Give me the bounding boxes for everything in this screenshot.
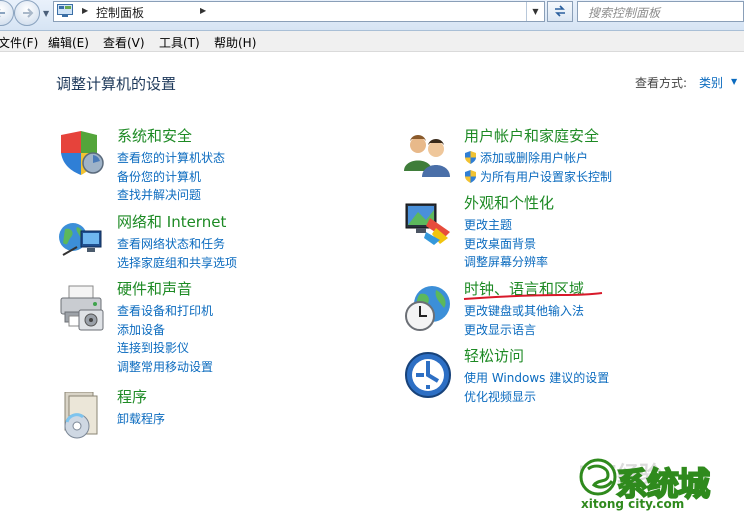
refresh-icon xyxy=(555,5,565,17)
forward-button[interactable] xyxy=(14,0,40,26)
link-desktop-background[interactable]: 更改桌面背景 xyxy=(464,235,548,254)
category-title[interactable]: 外观和个性化 xyxy=(464,192,554,213)
menu-tools[interactable]: 工具(T) xyxy=(159,34,200,51)
menu-edit[interactable]: 编辑(E) xyxy=(48,34,89,51)
breadcrumb-control-panel[interactable]: 控制面板 xyxy=(96,4,144,21)
link-connect-projector[interactable]: 连接到投影仪 xyxy=(117,339,213,358)
view-by-select[interactable]: 类别 xyxy=(699,74,723,91)
printer-icon[interactable] xyxy=(57,284,105,332)
back-arrow-icon xyxy=(0,9,5,17)
link-screen-resolution[interactable]: 调整屏幕分辨率 xyxy=(464,253,548,272)
uac-shield-icon xyxy=(465,151,476,164)
menu-bar: 文件(F) 编辑(E) 查看(V) 工具(T) 帮助(H) xyxy=(0,31,744,52)
link-parental-controls[interactable]: 为所有用户设置家长控制 xyxy=(464,168,612,187)
page-title: 调整计算机的设置 xyxy=(56,75,177,93)
address-bar: ▼ ▶ 控制面板 ▶ ▼ 搜索控制面板 xyxy=(0,0,744,31)
search-placeholder: 搜索控制面板 xyxy=(588,6,661,20)
breadcrumb-separator-icon[interactable]: ▶ xyxy=(200,6,206,15)
link-recommended-settings[interactable]: 使用 Windows 建议的设置 xyxy=(464,369,609,388)
link-change-keyboard-input[interactable]: 更改键盘或其他输入法 xyxy=(464,302,584,321)
users-icon[interactable] xyxy=(404,131,452,179)
link-mobility-settings[interactable]: 调整常用移动设置 xyxy=(117,358,213,377)
appearance-monitor-icon[interactable] xyxy=(404,198,452,246)
link-homegroup-sharing[interactable]: 选择家庭组和共享选项 xyxy=(117,254,237,273)
link-change-theme[interactable]: 更改主题 xyxy=(464,216,548,235)
address-dropdown-icon[interactable]: ▼ xyxy=(526,2,544,21)
uac-shield-icon xyxy=(465,169,476,183)
view-by-dropdown-icon[interactable]: ▼ xyxy=(731,77,737,86)
link-troubleshoot[interactable]: 查找并解决问题 xyxy=(117,186,225,205)
link-add-device[interactable]: 添加设备 xyxy=(117,321,213,340)
menu-view[interactable]: 查看(V) xyxy=(103,34,145,51)
breadcrumb-separator-icon[interactable]: ▶ xyxy=(82,6,88,15)
clock-globe-icon[interactable] xyxy=(404,284,452,332)
category-title[interactable]: 程序 xyxy=(117,386,147,407)
category-title[interactable]: 用户帐户和家庭安全 xyxy=(464,125,599,146)
recent-pages-dropdown-icon[interactable]: ▼ xyxy=(43,9,49,18)
category-title[interactable]: 硬件和声音 xyxy=(117,278,192,299)
logo-url: xitong city.com xyxy=(581,497,685,511)
back-button[interactable] xyxy=(0,0,14,26)
programs-disk-icon[interactable] xyxy=(57,392,105,440)
system-security-shield-icon[interactable] xyxy=(57,131,105,179)
network-globe-icon[interactable] xyxy=(57,217,105,265)
link-network-status[interactable]: 查看网络状态和任务 xyxy=(117,235,237,254)
link-optimize-visual-display[interactable]: 优化视频显示 xyxy=(464,388,609,407)
category-title[interactable]: 系统和安全 xyxy=(117,125,192,146)
link-devices-printers[interactable]: 查看设备和打印机 xyxy=(117,302,213,321)
site-logo: 系统城 xitong city.com xyxy=(578,455,744,517)
search-input[interactable]: 搜索控制面板 xyxy=(577,1,744,22)
red-underline-annotation xyxy=(463,292,603,300)
category-title[interactable]: 网络和 Internet xyxy=(117,211,226,232)
forward-arrow-icon xyxy=(23,8,34,18)
ease-of-access-icon[interactable] xyxy=(404,351,452,399)
link-add-remove-accounts[interactable]: 添加或删除用户帐户 xyxy=(464,149,612,168)
view-by-label: 查看方式: xyxy=(635,76,688,90)
logo-swirl-icon xyxy=(579,458,617,496)
link-uninstall-program[interactable]: 卸载程序 xyxy=(117,410,165,429)
link-view-computer-status[interactable]: 查看您的计算机状态 xyxy=(117,149,225,168)
link-backup-computer[interactable]: 备份您的计算机 xyxy=(117,168,225,187)
control-panel-icon xyxy=(57,4,73,17)
category-title[interactable]: 轻松访问 xyxy=(464,345,524,366)
menu-file[interactable]: 文件(F) xyxy=(0,34,38,51)
address-field[interactable]: ▶ 控制面板 ▶ ▼ xyxy=(53,1,545,22)
link-change-display-language[interactable]: 更改显示语言 xyxy=(464,321,584,340)
refresh-button[interactable] xyxy=(547,1,573,22)
menu-help[interactable]: 帮助(H) xyxy=(214,34,256,51)
